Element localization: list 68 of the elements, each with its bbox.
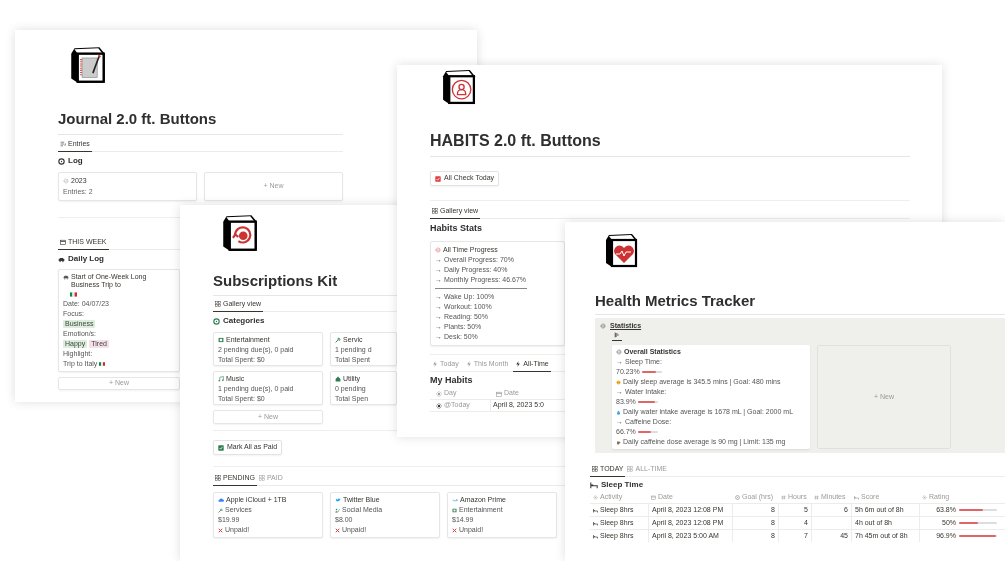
page-title: Subscriptions Kit: [213, 271, 338, 291]
flag-icon: [99, 361, 106, 367]
grid-icon: [432, 208, 438, 214]
cross-icon: [452, 527, 457, 533]
people-icon: [335, 507, 340, 513]
gear-icon: [435, 246, 441, 253]
cross-icon: [218, 527, 223, 533]
sun-icon: [436, 402, 442, 409]
list-icon: [60, 141, 66, 147]
wrench-icon: [218, 507, 223, 513]
heart-cube-icon: [603, 232, 640, 269]
page-title: HABITS 2.0 ft. Buttons: [430, 131, 601, 151]
film-icon: [452, 507, 457, 513]
grid-icon: [627, 466, 634, 472]
clock-icon: [58, 157, 65, 165]
bolt-icon: [515, 360, 522, 367]
car-icon: [58, 255, 65, 263]
bed-icon: [590, 481, 598, 489]
flag-icon: [70, 291, 77, 298]
checkbox-icon: [435, 175, 441, 182]
chart-tab[interactable]: [612, 332, 622, 341]
gear-icon: [63, 178, 69, 184]
section-heading: My Habits: [430, 373, 473, 387]
sun-icon: [436, 390, 442, 397]
grid-icon: [592, 466, 598, 472]
grid-icon: [215, 301, 221, 307]
gear-icon: [600, 323, 606, 329]
house-icon: [335, 376, 341, 382]
film-icon: [218, 337, 224, 343]
section-heading: Habits Stats: [430, 222, 482, 235]
page-title: Health Metrics Tracker: [595, 291, 756, 311]
calendar-icon: [60, 239, 66, 245]
grid-icon: [215, 475, 221, 481]
face-icon: [616, 379, 621, 385]
wrench-icon: [335, 337, 341, 343]
checkbox-icon: [218, 444, 224, 451]
wave-icon: [452, 497, 458, 503]
hash-icon: [814, 495, 819, 500]
person-cube-icon: [440, 68, 478, 106]
gear-icon: [593, 495, 598, 500]
bed-icon: [593, 533, 598, 539]
bed-icon: [854, 495, 859, 500]
section-heading: Categories: [223, 315, 265, 327]
gear-icon: [922, 495, 927, 500]
bar-chart-icon: [614, 332, 620, 338]
gear-icon: [616, 349, 622, 355]
hash-icon: [781, 495, 786, 500]
car-icon: [63, 274, 69, 280]
cloud-icon: [218, 497, 224, 503]
section-heading: Log: [68, 155, 83, 167]
clock-icon: [735, 495, 740, 500]
calendar-icon: [496, 390, 502, 397]
coin-cube-icon: [220, 213, 260, 253]
cross-icon: [335, 527, 340, 533]
notebook-cube-icon: [68, 45, 108, 85]
bolt-icon: [465, 360, 472, 367]
section-heading: Daily Log: [68, 253, 104, 265]
drop-icon: [616, 409, 621, 415]
page-title: Journal 2.0 ft. Buttons: [58, 109, 217, 129]
section-heading: Sleep Time: [601, 479, 644, 491]
bolt-icon: [432, 360, 438, 367]
bird-icon: [335, 497, 341, 503]
grid-icon: [258, 475, 265, 481]
bed-icon: [593, 507, 598, 513]
music-icon: [218, 376, 224, 382]
calendar-icon: [651, 495, 656, 500]
bed-icon: [593, 520, 598, 526]
clock-icon: [213, 317, 220, 325]
